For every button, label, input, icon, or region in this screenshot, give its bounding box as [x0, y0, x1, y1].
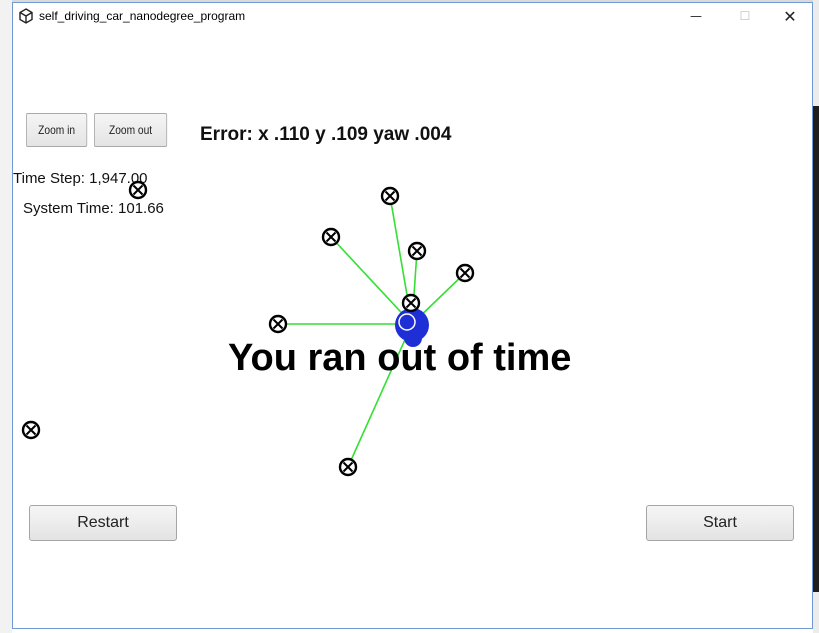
restart-button[interactable]: Restart [29, 505, 177, 541]
circled-x-icon [455, 263, 475, 283]
circled-x-icon [268, 314, 288, 334]
status-message: You ran out of time [228, 337, 572, 379]
circled-x-icon [338, 457, 358, 477]
circled-x-icon [21, 420, 41, 440]
circled-x-icon [401, 293, 421, 313]
observation-lines [278, 195, 466, 468]
circled-x-icon [380, 186, 400, 206]
circled-x-icon [128, 180, 148, 200]
start-button[interactable]: Start [646, 505, 794, 541]
circled-x-icon [321, 227, 341, 247]
circled-x-icon [407, 241, 427, 261]
